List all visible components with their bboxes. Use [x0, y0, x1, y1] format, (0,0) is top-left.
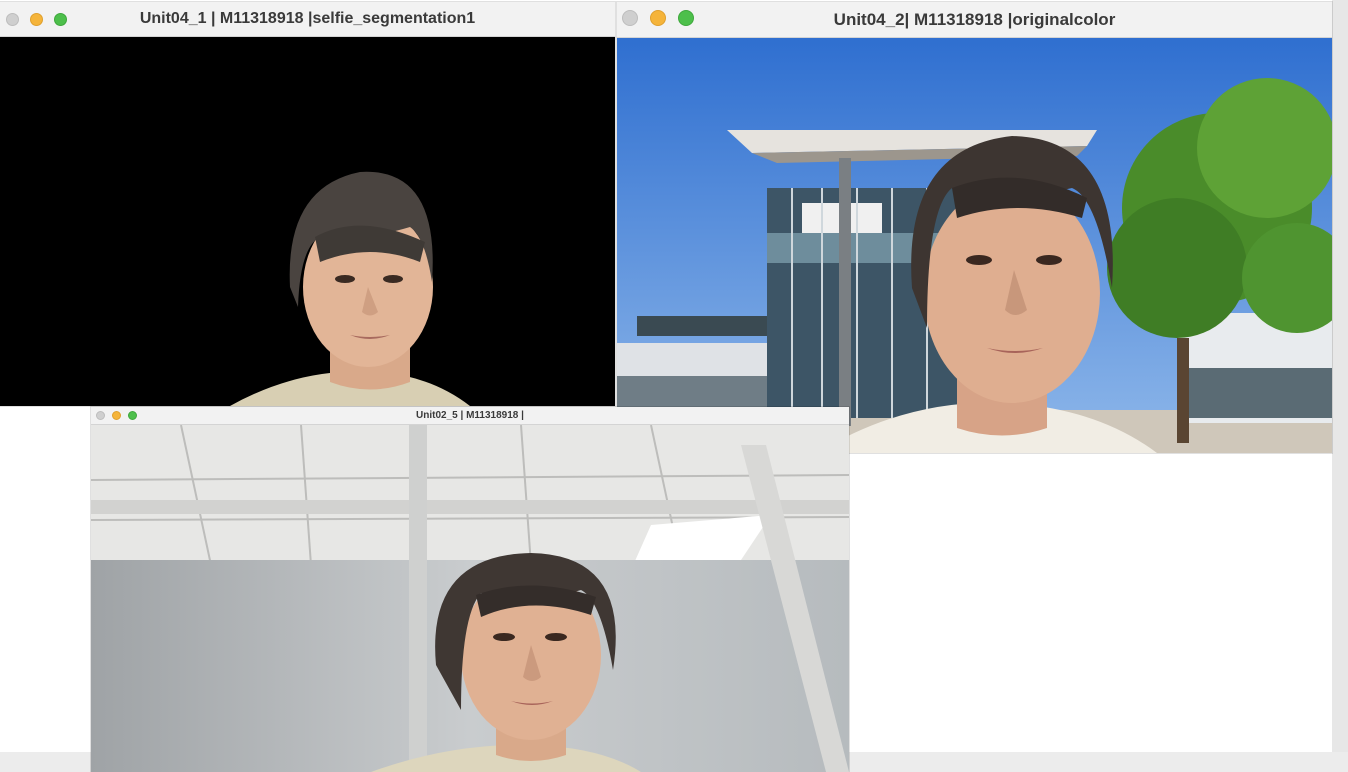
window-title: Unit04_1 | M11318918 |selfie_segmentatio…	[139, 10, 476, 27]
window-camera-feed[interactable]: Unit02_5 | M11318918 |	[91, 407, 849, 772]
close-dot-icon[interactable]	[6, 13, 19, 26]
close-dot-icon[interactable]	[96, 411, 105, 420]
traffic-lights	[96, 411, 137, 420]
desktop-edge	[1332, 0, 1348, 772]
camera-frame-image	[91, 425, 849, 772]
segmented-person-image	[0, 37, 615, 406]
window-selfie-segmentation[interactable]: Unit04_1 | M11318918 |selfie_segmentatio…	[0, 2, 615, 406]
close-dot-icon[interactable]	[622, 10, 638, 26]
segmentation-view	[0, 37, 615, 406]
minimize-dot-icon[interactable]	[30, 13, 43, 26]
minimize-dot-icon[interactable]	[650, 10, 666, 26]
maximize-dot-icon[interactable]	[678, 10, 694, 26]
traffic-lights	[6, 13, 67, 26]
titlebar[interactable]: Unit04_1 | M11318918 |selfie_segmentatio…	[0, 2, 615, 37]
camera-view	[91, 425, 849, 772]
window-title: Unit04_2| M11318918 |originalcolor	[833, 9, 1116, 29]
composite-background-image	[617, 38, 1332, 453]
minimize-dot-icon[interactable]	[112, 411, 121, 420]
window-original-color[interactable]: Unit04_2| M11318918 |originalcolor	[617, 2, 1332, 453]
titlebar[interactable]: Unit04_2| M11318918 |originalcolor	[617, 2, 1332, 38]
maximize-dot-icon[interactable]	[54, 13, 67, 26]
composite-view	[617, 38, 1332, 453]
maximize-dot-icon[interactable]	[128, 411, 137, 420]
titlebar[interactable]: Unit02_5 | M11318918 |	[91, 407, 849, 425]
traffic-lights	[622, 10, 694, 26]
window-title: Unit02_5 | M11318918 |	[416, 410, 524, 421]
